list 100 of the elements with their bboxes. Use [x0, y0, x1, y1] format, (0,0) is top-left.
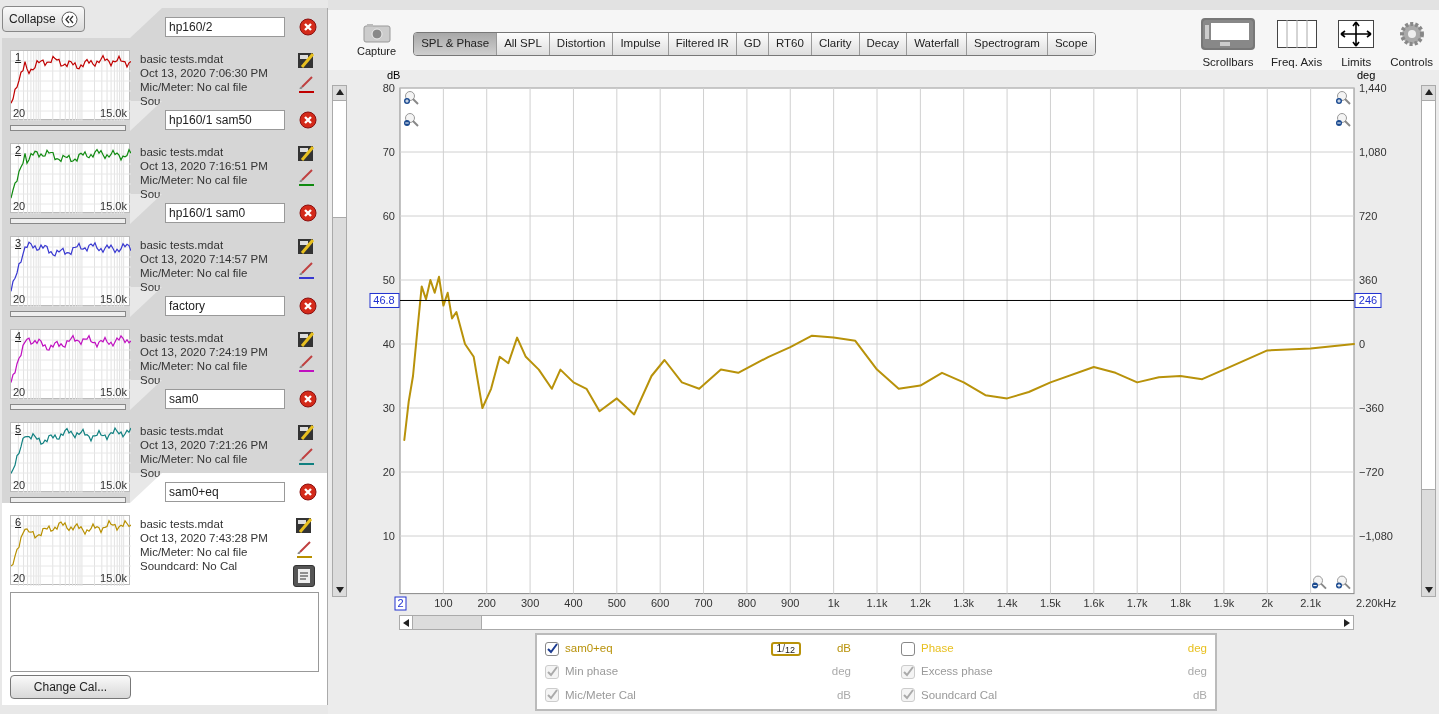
tick-label: 2k — [1261, 597, 1274, 609]
measurement-info: Mic/Meter: No cal file — [140, 452, 249, 466]
measurement-name-field[interactable]: hp160/2 — [165, 17, 285, 37]
measurement-name-field[interactable]: hp160/1 sam50 — [165, 110, 285, 130]
pen-icon[interactable] — [299, 169, 313, 182]
response-thumbnail[interactable]: 3 20 15.0k — [10, 236, 130, 306]
close-icon[interactable] — [299, 390, 317, 408]
down-arrow-icon[interactable] — [336, 587, 344, 593]
slider-track[interactable] — [10, 218, 126, 224]
response-thumbnail[interactable]: 2 20 15.0k — [10, 143, 130, 213]
view-tab[interactable]: All SPL — [496, 33, 549, 55]
pen-icon[interactable] — [299, 262, 313, 275]
change-cal-button[interactable]: Change Cal... — [10, 675, 131, 699]
response-thumbnail[interactable]: 6 20 15.0k — [10, 515, 130, 585]
measurement-info: basic tests.mdat — [140, 145, 225, 159]
close-icon[interactable] — [299, 483, 317, 501]
measurement-info: Oct 13, 2020 7:24:19 PM — [140, 345, 269, 359]
tick-label: 700 — [694, 597, 713, 609]
zoom-in-icon[interactable] — [1336, 91, 1351, 105]
left-arrow-icon[interactable] — [403, 619, 409, 627]
close-icon[interactable] — [299, 297, 317, 315]
measurement-info: Mic/Meter: No cal file — [140, 359, 249, 373]
view-tab[interactable]: SPL & Phase — [414, 33, 497, 55]
view-tab[interactable]: Scope — [1046, 33, 1095, 55]
collapse-button[interactable]: Collapse — [2, 6, 85, 32]
edit-icon[interactable] — [297, 423, 315, 441]
measurement-number: 4 — [15, 330, 22, 343]
slider-track[interactable] — [10, 311, 126, 317]
capture-button[interactable]: Capture — [357, 23, 397, 60]
pen-icon[interactable] — [299, 76, 313, 89]
edit-icon[interactable] — [297, 237, 315, 255]
notes-button[interactable] — [293, 565, 315, 587]
zoom-out-icon[interactable] — [1336, 113, 1351, 127]
view-tab[interactable]: Spectrogram — [966, 33, 1047, 55]
close-icon[interactable] — [299, 111, 317, 129]
close-icon[interactable] — [299, 18, 317, 36]
view-tab[interactable]: Waterfall — [906, 33, 967, 55]
view-tab[interactable]: GD — [735, 33, 768, 55]
up-arrow-icon[interactable] — [336, 89, 344, 95]
slider-track[interactable] — [10, 497, 126, 503]
pen-icon[interactable] — [297, 541, 311, 554]
tool-button[interactable]: Limits — [1338, 18, 1375, 72]
vertical-scrollbar[interactable] — [332, 85, 347, 597]
measurement-info: Sou — [140, 94, 162, 108]
response-thumbnail[interactable]: 5 20 15.0k — [10, 422, 130, 492]
tick-label: −720 — [1359, 466, 1384, 478]
measurement-info: Soundcard: No Cal — [140, 559, 239, 573]
tick-label: 1.1k — [866, 597, 888, 609]
measurement-name-field[interactable]: sam0 — [165, 389, 285, 409]
view-tab[interactable]: Impulse — [612, 33, 668, 55]
edit-icon[interactable] — [297, 330, 315, 348]
trace-label: Soundcard Cal — [921, 687, 998, 703]
right-arrow-icon[interactable] — [1344, 619, 1350, 627]
measurement-number: 3 — [15, 237, 22, 250]
measurement-info: Mic/Meter: No cal file — [140, 173, 249, 187]
zoom-in-icon[interactable] — [404, 91, 419, 105]
vertical-scrollbar[interactable] — [1421, 85, 1436, 597]
zoom-out-icon[interactable] — [1312, 575, 1327, 590]
close-icon[interactable] — [299, 204, 317, 222]
tick-label: 1.7k — [1126, 597, 1148, 609]
scroll-thumb[interactable] — [1422, 100, 1435, 490]
pen-icon[interactable] — [299, 355, 313, 368]
axis-label: 20 — [13, 386, 26, 398]
pen-icon[interactable] — [299, 448, 313, 461]
measurement-name-field[interactable]: factory — [165, 296, 285, 316]
horizontal-scrollbar[interactable] — [399, 615, 1354, 630]
view-tab[interactable]: Distortion — [548, 33, 613, 55]
axis-label: 15.0k — [100, 200, 127, 212]
checkbox[interactable] — [901, 641, 915, 656]
measurement-name-field[interactable]: sam0+eq — [165, 482, 285, 502]
measurement-info: basic tests.mdat — [140, 331, 225, 345]
view-tab[interactable]: Clarity — [810, 33, 859, 55]
view-tab[interactable]: Decay — [858, 33, 907, 55]
axis-label: 15.0k — [100, 386, 127, 398]
response-thumbnail[interactable]: 4 20 15.0k — [10, 329, 130, 399]
tick-label: 40 — [382, 338, 395, 350]
tick-label: 2.1k — [1300, 597, 1322, 609]
trace-label: Mic/Meter Cal — [565, 687, 636, 703]
measurement-name-field[interactable]: hp160/1 sam0 — [165, 203, 285, 223]
slider-track[interactable] — [10, 125, 126, 131]
view-tab[interactable]: Filtered IR — [667, 33, 736, 55]
trace-label: Min phase — [565, 664, 619, 680]
zoom-in-icon[interactable] — [1336, 575, 1351, 590]
scroll-thumb[interactable] — [333, 100, 346, 218]
tool-button[interactable]: Freq. Axis — [1271, 18, 1323, 72]
view-tab[interactable]: RT60 — [768, 33, 811, 55]
slider-track[interactable] — [10, 404, 126, 410]
scroll-thumb[interactable] — [412, 616, 482, 629]
edit-icon[interactable] — [297, 144, 315, 162]
up-arrow-icon[interactable] — [1425, 89, 1433, 95]
edit-icon[interactable] — [297, 51, 315, 69]
checkbox[interactable] — [545, 641, 559, 656]
measurement-info: Mic/Meter: No cal file — [140, 80, 249, 94]
response-thumbnail[interactable]: 1 20 15.0k — [10, 50, 130, 120]
edit-icon[interactable] — [295, 516, 313, 534]
tool-button[interactable]: Controls — [1390, 18, 1433, 72]
zoom-out-icon[interactable] — [404, 113, 419, 127]
down-arrow-icon[interactable] — [1425, 587, 1433, 593]
tick-label: 1,440 — [1359, 82, 1387, 94]
notes-field[interactable] — [10, 592, 319, 672]
